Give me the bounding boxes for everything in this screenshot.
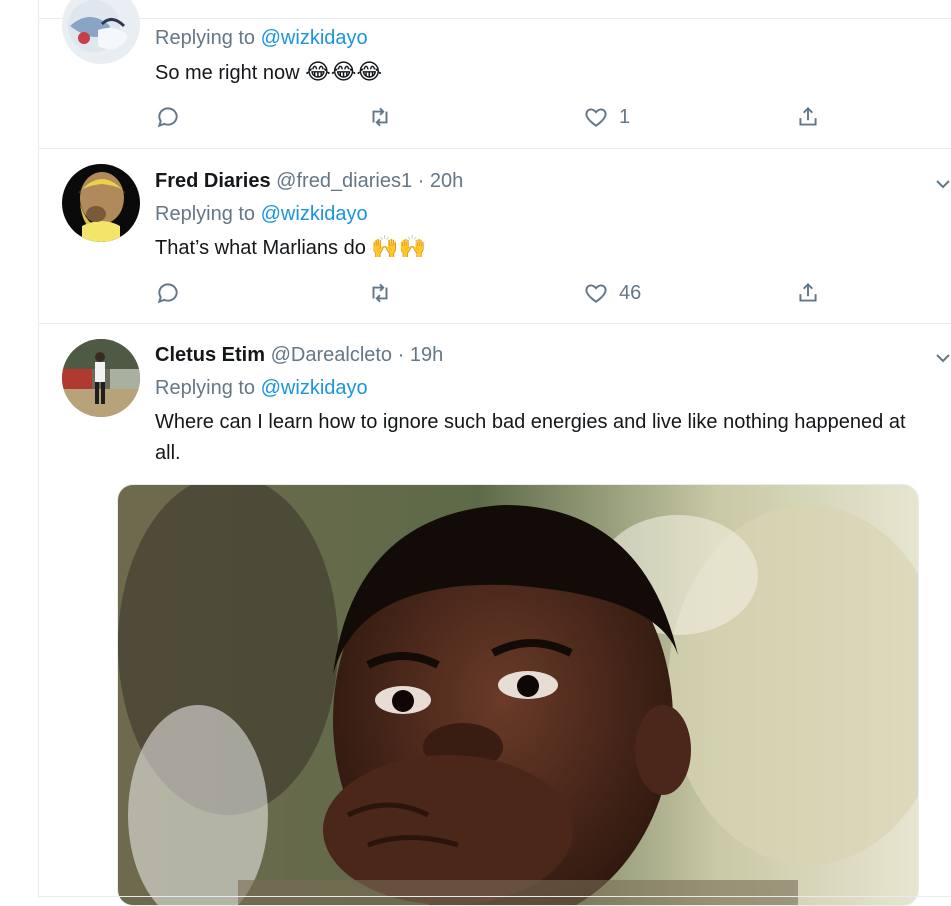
tweet-text-body: That’s what Marlians do [155,237,366,259]
mention-link[interactable]: @wizkidayo [261,377,368,399]
like-button[interactable]: 46 [583,278,641,308]
tweet-media-image[interactable] [117,484,919,906]
like-icon [585,284,607,303]
user-handle[interactable]: @fred_diaries1 [276,170,412,192]
reply-icon [157,283,178,304]
separator-dot: · [397,344,405,366]
tweet-text-body: So me right now [155,62,300,84]
tweet-reply-2[interactable]: Fred Diaries @fred_diaries1 · 20h Replyi… [38,148,951,323]
like-button[interactable]: 1 [583,102,630,132]
like-icon [585,108,607,127]
user-handle[interactable]: @Darealcleto [271,344,392,366]
separator-dot: · [417,170,425,192]
retweet-button[interactable] [367,278,393,308]
share-button[interactable] [795,102,821,132]
share-icon [799,282,817,302]
tweet-text: Where can I learn how to ignore such bad… [155,411,906,464]
timestamp[interactable]: 19h [410,344,443,366]
display-name[interactable]: Fred Diaries [155,170,271,192]
share-icon [799,106,817,126]
replying-prefix: Replying to [155,203,256,225]
avatar[interactable] [62,0,140,64]
mention-link[interactable]: @wizkidayo [261,203,368,225]
emoji: 😂😂😂 [305,59,383,84]
tweet-text: That’s what Marlians do 🙌🙌 [155,231,935,264]
timestamp[interactable]: 20h [430,170,463,192]
reply-button[interactable] [155,102,181,132]
replying-to: Replying to @wizkidayo [155,203,368,226]
display-name[interactable]: Cletus Etim [155,344,265,366]
tweet-actions: 46 [155,278,855,308]
retweet-icon [372,283,388,303]
emoji: 🙌🙌 [371,234,427,259]
replying-prefix: Replying to [155,27,256,49]
replying-prefix: Replying to [155,377,256,399]
replying-to: Replying to @wizkidayo [155,377,368,400]
avatar[interactable] [62,164,140,242]
reply-button[interactable] [155,278,181,308]
tweet-header: Cletus Etim @Darealcleto · 19h [155,344,443,367]
mention-link[interactable]: @wizkidayo [261,27,368,49]
tweet-actions: 1 [155,102,855,132]
left-gutter [0,0,38,898]
retweet-button[interactable] [367,102,393,132]
chevron-down-icon[interactable] [935,176,951,192]
share-button[interactable] [795,278,821,308]
like-count: 46 [619,281,642,304]
replying-to: Replying to @wizkidayo [155,27,368,50]
tweet-reply-1[interactable]: Replying to @wizkidayo So me right now 😂… [38,0,951,148]
chevron-down-icon[interactable] [935,350,951,366]
tweet-header: Fred Diaries @fred_diaries1 · 20h [155,170,463,193]
reply-icon [157,107,178,128]
avatar[interactable] [62,339,140,417]
photo [118,485,918,905]
like-count: 1 [619,105,631,128]
divider [38,896,951,897]
retweet-icon [372,107,388,127]
tweet-text: So me right now 😂😂😂 [155,56,935,89]
